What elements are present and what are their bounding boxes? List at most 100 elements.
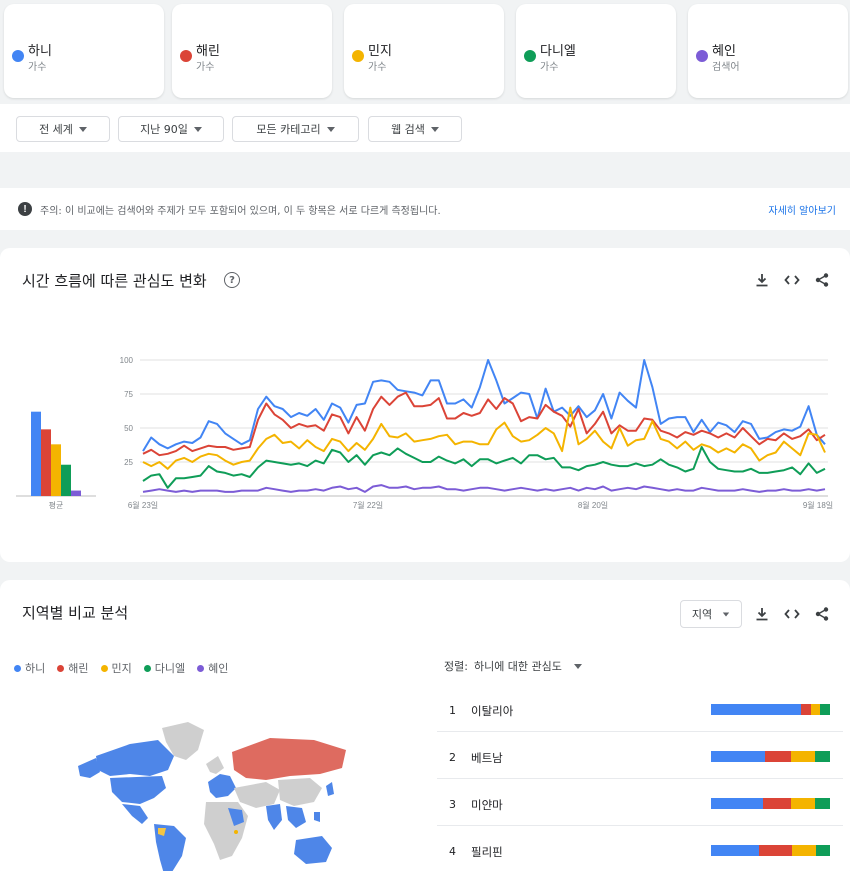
- region-filter-label: 전 세계: [39, 123, 73, 136]
- learn-more-link[interactable]: 자세히 알아보기: [768, 202, 836, 217]
- legend-item: 민지: [100, 660, 132, 676]
- region-share-bar: [711, 704, 830, 715]
- legend-dot: [100, 664, 108, 672]
- term-type: 검색어: [712, 62, 740, 73]
- share-segment: [791, 845, 816, 856]
- term-name: 하니: [28, 44, 52, 59]
- legend-label: 해린: [68, 662, 89, 675]
- legend-item: 혜인: [197, 660, 228, 676]
- embed-code-icon[interactable]: [782, 604, 802, 624]
- series-line: [142, 484, 826, 493]
- sort-value: 하니에 대한 관심도: [473, 660, 562, 673]
- region-share-bar: [711, 751, 830, 762]
- interest-over-time-panel: 시간 흐름에 따른 관심도 변화 ? 100 75 50 25 6월 23일 7월 22일…: [0, 248, 850, 562]
- share-segment: [758, 845, 792, 856]
- share-segment: [711, 845, 759, 856]
- time-filter[interactable]: 지난 90일: [118, 116, 224, 142]
- average-bar: [61, 464, 71, 496]
- caret-down-icon: [326, 126, 335, 132]
- regional-comparison-panel: 지역별 비교 분석 지역 하니 해린 민지 다니엘 혜인 정렬: 하니에 대한 …: [0, 580, 850, 871]
- legend-label: 혜인: [208, 662, 229, 675]
- caret-down-icon: [78, 126, 87, 132]
- download-icon[interactable]: [752, 604, 772, 624]
- search-type-filter[interactable]: 웹 검색: [368, 116, 462, 142]
- sort-label: 정렬:: [444, 660, 468, 673]
- legend-dot: [14, 664, 21, 672]
- term-color-dot: [696, 50, 708, 62]
- average-bar: [41, 429, 51, 496]
- share-segment: [711, 751, 765, 762]
- region-name: 필리핀: [471, 845, 503, 859]
- region-level-select[interactable]: 지역: [680, 600, 742, 628]
- caret-down-icon: [193, 126, 202, 132]
- x-tick-label: 9월 18일: [803, 500, 833, 510]
- legend-dot: [57, 664, 65, 672]
- share-segment: [790, 751, 815, 762]
- section-title: 지역별 비교 분석: [22, 604, 129, 622]
- share-segment: [814, 798, 830, 809]
- legend-label: 하니: [25, 662, 46, 675]
- region-share-bar: [711, 845, 830, 856]
- series-line: [142, 446, 826, 489]
- term-name: 민지: [368, 44, 392, 59]
- region-level-label: 지역: [691, 608, 713, 621]
- caret-down-icon: [573, 663, 582, 669]
- interest-over-time-chart: 100 75 50 25 6월 23일 7월 22일 8월 20일 9월 18일 평균: [16, 356, 833, 510]
- warning-icon: !: [18, 202, 32, 216]
- share-icon[interactable]: [812, 604, 832, 624]
- region-rank: 4: [449, 845, 456, 858]
- region-name: 미얀마: [471, 798, 503, 812]
- share-segment: [711, 798, 764, 809]
- term-card-minji[interactable]: 민지 가수: [344, 4, 504, 98]
- share-segment: [820, 704, 830, 715]
- region-rank: 1: [449, 704, 456, 717]
- region-name: 베트남: [471, 751, 503, 765]
- term-type: 가수: [196, 62, 215, 73]
- time-filter-label: 지난 90일: [140, 123, 188, 136]
- term-card-danielle[interactable]: 다니엘 가수: [516, 4, 676, 98]
- region-filter[interactable]: 전 세계: [16, 116, 110, 142]
- y-tick-label: 25: [124, 458, 133, 467]
- y-tick-label: 50: [124, 424, 133, 433]
- term-color-dot: [12, 50, 24, 62]
- legend-item: 다니엘: [143, 660, 186, 676]
- legend-dot: [197, 664, 205, 672]
- x-tick-label: 7월 22일: [353, 500, 383, 510]
- legend-item: 하니: [14, 660, 45, 676]
- category-filter-label: 모든 카테고리: [256, 123, 321, 136]
- notice-text: 주의: 이 비교에는 검색어와 주제가 모두 포함되어 있으며, 이 두 항목은…: [40, 206, 441, 217]
- term-card-haerin[interactable]: 해린 가수: [172, 4, 332, 98]
- x-tick-label: 8월 20일: [578, 500, 608, 510]
- share-segment: [764, 751, 791, 762]
- sort-control[interactable]: 정렬: 하니에 대한 관심도: [444, 658, 582, 674]
- term-name: 해린: [196, 44, 220, 59]
- world-map[interactable]: [70, 716, 370, 871]
- region-name: 이탈리아: [471, 704, 514, 718]
- region-row[interactable]: 1 이탈리아: [437, 686, 843, 732]
- category-filter[interactable]: 모든 카테고리: [232, 116, 359, 142]
- legend-label: 다니엘: [154, 662, 186, 675]
- region-row[interactable]: 2 베트남: [437, 733, 843, 779]
- term-name: 혜인: [712, 44, 736, 59]
- y-tick-label: 100: [120, 356, 134, 365]
- term-name: 다니엘: [540, 44, 576, 59]
- legend-item: 해린: [57, 660, 89, 676]
- term-type: 가수: [368, 62, 387, 73]
- average-label: 평균: [49, 500, 64, 510]
- legend-dot: [143, 664, 151, 672]
- legend-label: 민지: [111, 662, 132, 675]
- search-type-filter-label: 웹 검색: [391, 123, 425, 136]
- y-tick-label: 75: [124, 390, 133, 399]
- share-segment: [790, 798, 815, 809]
- region-row[interactable]: 3 미얀마: [437, 780, 843, 826]
- map-legend: 하니 해린 민지 다니엘 혜인: [14, 660, 228, 676]
- average-bar: [71, 490, 81, 496]
- region-row[interactable]: 4 필리핀: [437, 827, 843, 871]
- term-color-dot: [524, 50, 536, 62]
- term-card-hani[interactable]: 하니 가수: [4, 4, 164, 98]
- caret-down-icon: [722, 612, 730, 616]
- share-segment: [810, 704, 821, 715]
- term-card-hyein[interactable]: 혜인 검색어: [688, 4, 848, 98]
- share-segment: [763, 798, 791, 809]
- share-segment: [815, 845, 830, 856]
